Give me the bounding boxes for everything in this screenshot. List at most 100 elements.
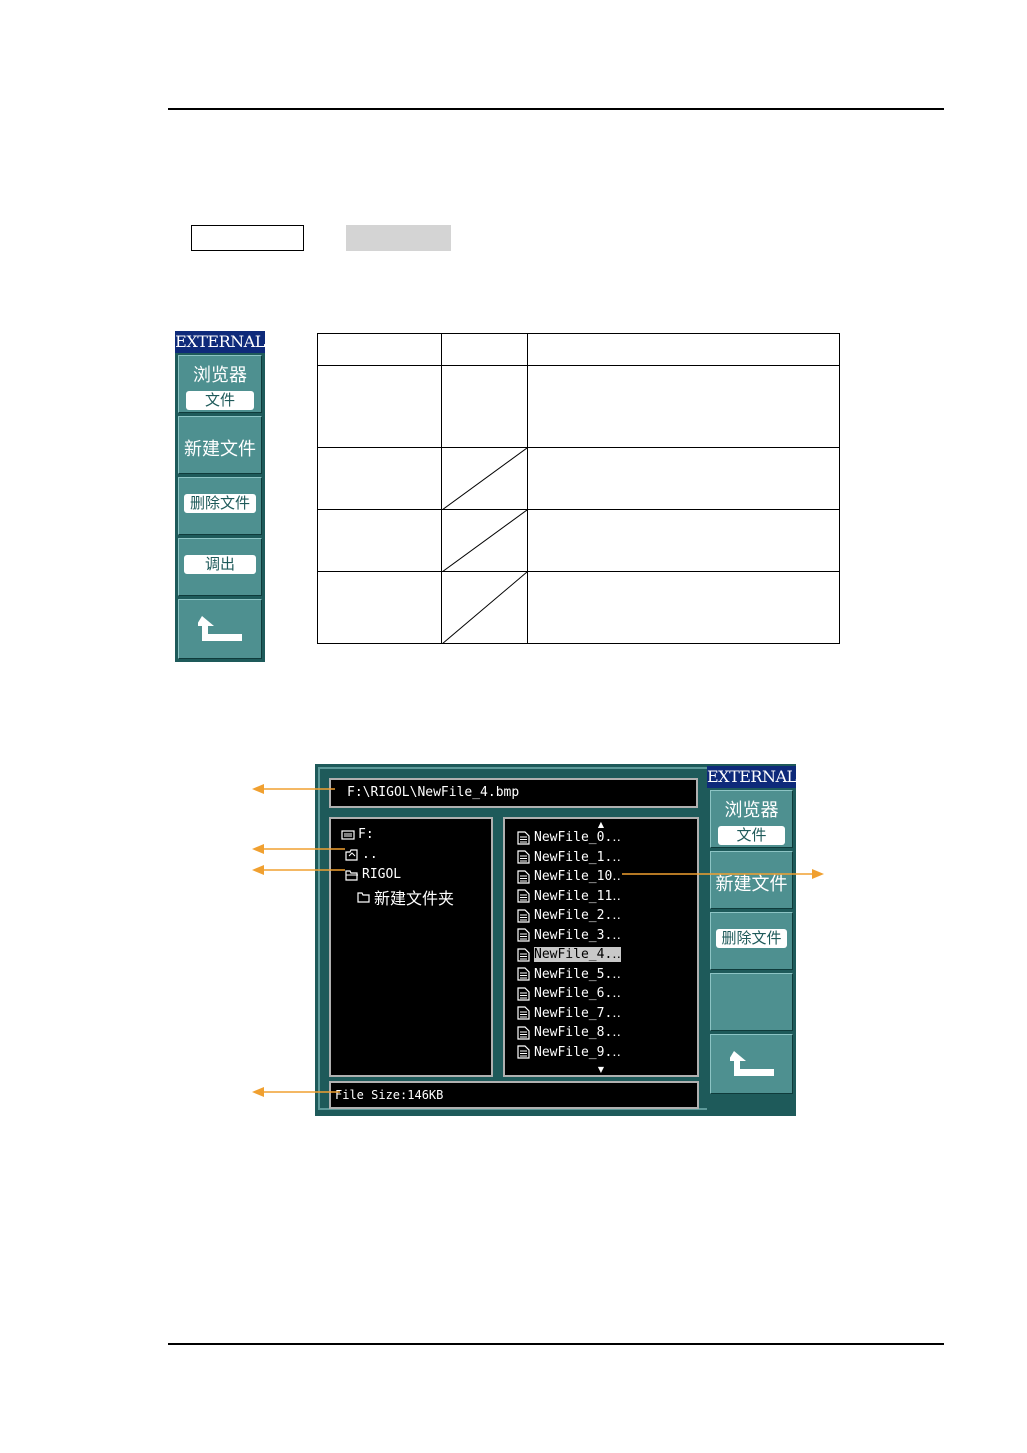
tree-item-rigol[interactable]: RIGOL xyxy=(345,867,401,882)
file-list-item[interactable]: NewFile_0.‥ xyxy=(517,828,621,847)
table-cell xyxy=(317,333,442,366)
tree-item-label: RIGOL xyxy=(362,867,402,882)
file-list-item[interactable]: NewFile_7.‥ xyxy=(517,1004,621,1023)
file-annotation-arrowhead xyxy=(812,869,824,879)
annotation-arrows xyxy=(252,784,824,1097)
table-cell xyxy=(317,571,442,644)
table-cell xyxy=(527,571,840,644)
tree-item-parent[interactable]: .. xyxy=(345,847,378,862)
path-annotation-arrowhead xyxy=(252,784,264,794)
file-browser-screen: F:\RIGOL\NewFile_4.bmp F: .. RIGOL 新建文件夹… xyxy=(315,764,797,1116)
browser-menu-button[interactable]: 浏览器 文件 xyxy=(710,790,793,848)
file-list-item[interactable]: NewFile_8.‥ xyxy=(517,1023,621,1042)
empty-menu-button[interactable] xyxy=(710,973,793,1031)
header-rule xyxy=(168,108,944,110)
open-folder-icon xyxy=(345,869,358,881)
file-icon xyxy=(517,850,530,864)
file-list-item[interactable]: NewFile_3.‥ xyxy=(517,926,621,945)
file-icon xyxy=(517,1025,530,1040)
new-file-button[interactable]: 新建文件 xyxy=(710,851,793,909)
path-display: F:\RIGOL\NewFile_4.bmp xyxy=(329,778,698,808)
file-list-item[interactable]: NewFile_6.‥ xyxy=(517,984,621,1003)
file-icon xyxy=(517,986,530,1001)
file-name: NewFile_10‥ xyxy=(534,869,621,884)
file-list-item[interactable]: NewFile_5.‥ xyxy=(517,965,621,984)
browser-menu-button[interactable]: 浏览器 文件 xyxy=(178,355,262,413)
file-list-item[interactable]: NewFile_1.‥ xyxy=(517,848,621,867)
file-icon xyxy=(517,947,530,962)
table-cell xyxy=(317,447,442,510)
recall-label: 调出 xyxy=(183,555,257,574)
table-cell-diagonal xyxy=(441,447,528,510)
file-icon xyxy=(517,889,530,903)
table-cell xyxy=(441,333,528,366)
table-cell-diagonal xyxy=(441,571,528,644)
tree-item-label: .. xyxy=(362,847,378,862)
browser-label: 浏览器 xyxy=(724,800,779,821)
file-name: NewFile_4.‥ xyxy=(534,947,621,962)
file-list-item[interactable]: NewFile_10‥ xyxy=(517,867,621,886)
table-cell xyxy=(527,365,840,448)
tree-item-label: F: xyxy=(358,827,374,842)
delete-file-button[interactable]: 删除文件 xyxy=(178,477,262,535)
delete-file-label: 删除文件 xyxy=(183,494,257,513)
file-list-item[interactable]: NewFile_9.‥ xyxy=(517,1043,621,1062)
tree-item-new-folder[interactable]: 新建文件夹 xyxy=(357,885,454,909)
parent-folder-icon xyxy=(345,848,358,861)
file-list-item[interactable]: NewFile_4.‥ xyxy=(517,945,621,964)
parent-annotation-arrowhead xyxy=(252,844,264,854)
file-name: NewFile_5.‥ xyxy=(534,966,621,982)
delete-file-label: 删除文件 xyxy=(715,929,788,948)
shaded-key-box xyxy=(346,225,451,251)
scroll-down-icon[interactable]: ▼ xyxy=(598,1066,604,1074)
drive-icon xyxy=(341,829,355,840)
browser-label: 浏览器 xyxy=(193,365,247,386)
outlined-key-box xyxy=(191,225,304,251)
folder-annotation-arrowhead xyxy=(252,865,264,875)
menu-description-table xyxy=(317,333,840,644)
back-button[interactable] xyxy=(710,1034,793,1094)
file-icon xyxy=(517,1045,530,1059)
table-cell xyxy=(317,509,442,572)
menu-title: EXTERNAL xyxy=(175,331,265,353)
file-icon xyxy=(517,1006,530,1020)
recall-button[interactable]: 调出 xyxy=(178,538,262,596)
file-name: NewFile_6.‥ xyxy=(534,986,621,1001)
soft-menu-panel: EXTERNAL 浏览器 文件 新建文件 删除文件 调出 xyxy=(175,331,265,662)
new-file-label: 新建文件 xyxy=(715,874,788,895)
back-button[interactable] xyxy=(178,599,262,659)
directory-tree[interactable]: F: .. RIGOL 新建文件夹 xyxy=(329,817,493,1077)
menu-title: EXTERNAL xyxy=(707,766,797,788)
table-cell-diagonal xyxy=(441,509,528,572)
file-name: NewFile_3.‥ xyxy=(534,927,621,943)
file-list-item[interactable]: NewFile_11‥ xyxy=(517,887,621,906)
browser-frame: F:\RIGOL\NewFile_4.bmp F: .. RIGOL 新建文件夹… xyxy=(318,767,711,1110)
new-file-button[interactable]: 新建文件 xyxy=(178,416,262,474)
tree-item-label: 新建文件夹 xyxy=(374,889,455,908)
browser-value: 文件 xyxy=(718,826,785,845)
back-arrow-icon xyxy=(729,1051,774,1076)
tree-item-drive[interactable]: F: xyxy=(341,827,374,842)
file-list-item[interactable]: NewFile_2.‥ xyxy=(517,906,621,925)
file-name: NewFile_11‥ xyxy=(534,888,621,904)
browser-value: 文件 xyxy=(186,391,254,410)
file-name: NewFile_7.‥ xyxy=(534,1005,621,1021)
folder-icon xyxy=(357,892,370,903)
back-arrow-icon xyxy=(198,616,242,641)
delete-file-button[interactable]: 删除文件 xyxy=(710,912,793,970)
status-annotation-arrowhead xyxy=(252,1087,264,1097)
file-icon xyxy=(517,830,530,845)
file-icon xyxy=(517,967,530,981)
file-icon xyxy=(517,928,530,942)
file-name: NewFile_0.‥ xyxy=(534,830,621,845)
file-list[interactable]: ▲ NewFile_0.‥ NewFile_1.‥ NewFile_10‥ NewFi… xyxy=(503,817,699,1077)
file-icon xyxy=(517,908,530,923)
table-cell xyxy=(527,333,840,366)
file-name: NewFile_2.‥ xyxy=(534,908,621,923)
table-cell xyxy=(527,509,840,572)
new-file-label: 新建文件 xyxy=(184,439,256,460)
file-size-status: File Size:146KB xyxy=(329,1081,699,1109)
file-name: NewFile_9.‥ xyxy=(534,1044,621,1060)
table-cell xyxy=(441,365,528,448)
table-cell xyxy=(317,365,442,448)
